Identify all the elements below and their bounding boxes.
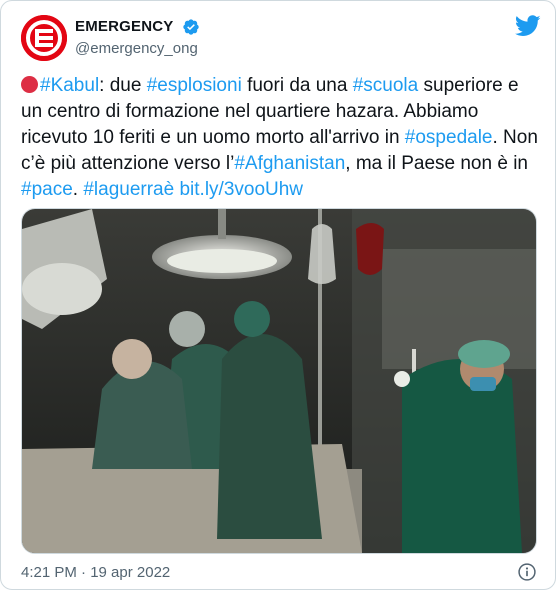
tweet-card[interactable]: EMERGENCY @emergency_ong #Kabul: due #es… (0, 0, 556, 590)
verified-badge-icon (182, 18, 200, 36)
tweet-text-segment: : due (99, 75, 147, 96)
twitter-bird-icon[interactable] (515, 15, 541, 37)
avatar[interactable] (21, 15, 67, 61)
photo-operating-room-image (22, 209, 536, 553)
hashtag-link[interactable]: #esplosioni (147, 75, 242, 96)
tweet-text-segment: fuori da una (241, 75, 353, 96)
tweet-timestamp[interactable]: 4:21 PM · 19 apr 2022 (21, 563, 170, 583)
tweet-text: #Kabul: due #esplosioni fuori da una #sc… (21, 73, 541, 203)
hashtag-link[interactable]: #pace (21, 179, 73, 200)
author-block[interactable]: EMERGENCY @emergency_ong (75, 17, 200, 59)
hashtag-link[interactable]: #Kabul (40, 75, 99, 96)
hashtag-link[interactable]: #Afghanistan (234, 153, 345, 174)
emergency-logo-icon (21, 15, 67, 61)
tweet-text-segment: . (72, 179, 84, 200)
hashtag-link[interactable]: #ospedale (405, 127, 493, 148)
tweet-header: EMERGENCY @emergency_ong (21, 15, 541, 61)
display-name[interactable]: EMERGENCY (75, 17, 173, 37)
tweet-photo[interactable] (21, 208, 537, 554)
info-icon[interactable] (517, 562, 537, 582)
hashtag-link[interactable]: #laguerraè (83, 179, 174, 200)
hashtag-link[interactable]: #scuola (353, 75, 419, 96)
red-circle-emoji-icon (21, 76, 38, 93)
tweet-text-segment: , ma il Paese non è in (345, 153, 528, 174)
url-link[interactable]: bit.ly/3vooUhw (179, 179, 303, 200)
handle[interactable]: @emergency_ong (75, 39, 200, 59)
